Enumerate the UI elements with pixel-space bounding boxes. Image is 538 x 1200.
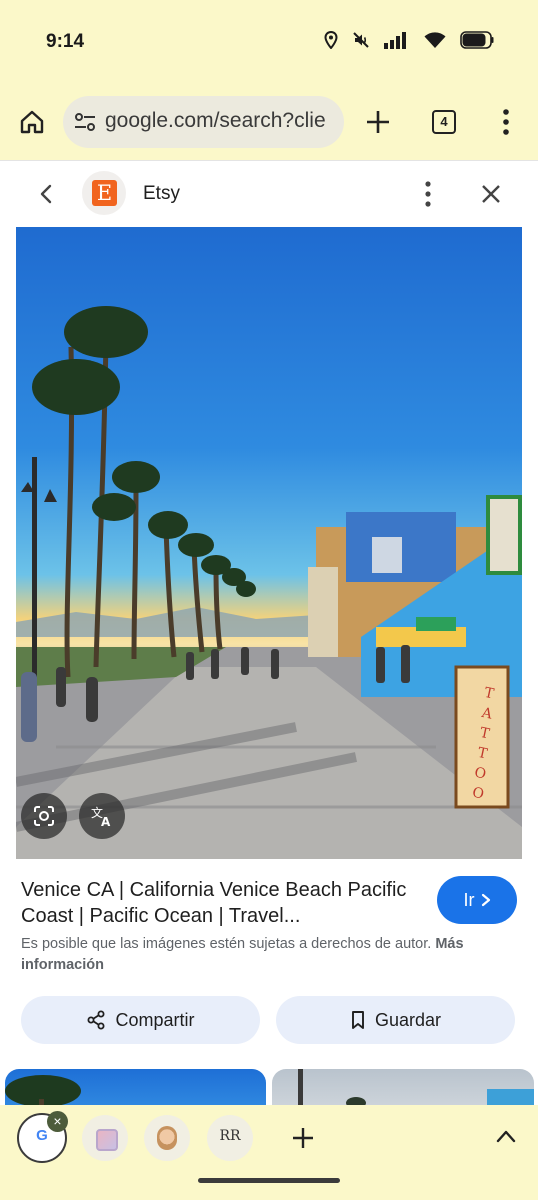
save-button-label: Guardar [374,1009,442,1030]
tab-switcher-button[interactable]: 4 [432,110,456,134]
mute-icon [353,32,369,48]
translate-icon: 文 A [91,805,111,828]
wifi-icon [424,32,446,48]
status-bar: 9:14 [0,0,538,86]
sheet-more-icon[interactable] [424,181,432,207]
share-button-label: Compartir [115,1009,195,1030]
related-image-thumbnail[interactable] [272,1069,534,1106]
tab-favicon [96,1129,118,1151]
lens-search-button[interactable] [21,793,67,839]
svg-text:A: A [101,815,111,828]
site-settings-icon[interactable] [74,112,96,132]
copyright-text: Es posible que las imágenes estén sujeta… [21,936,432,952]
gesture-bar[interactable] [198,1178,340,1183]
translate-button[interactable]: 文 A [79,793,125,839]
sheet-header: E Etsy [0,161,538,227]
result-image[interactable]: T A T T O O 文 A [16,227,522,859]
close-tab-icon[interactable]: × [47,1111,68,1132]
tab-favicon [157,1126,177,1150]
site-name[interactable]: Etsy [143,183,180,205]
chevron-right-icon [481,893,490,907]
etsy-logo-icon: E [92,180,117,206]
address-bar[interactable]: google.com/search?clie [63,96,344,148]
visit-button-label: Ir [463,889,475,910]
visit-button[interactable]: Ir [437,876,517,924]
home-icon [20,110,44,134]
back-arrow-icon[interactable] [36,183,56,205]
tab-favicon-text: RR [219,1128,241,1144]
lens-icon [34,806,54,826]
street-thumbnail-image [298,1069,534,1106]
bookmark-icon [352,1011,364,1029]
tab-item[interactable] [144,1115,190,1161]
battery-icon [460,31,494,49]
location-icon [324,31,338,49]
new-tab-icon[interactable] [364,108,392,136]
close-icon[interactable] [480,183,502,205]
save-button[interactable]: Guardar [276,996,515,1044]
copyright-notice: Es posible que las imágenes estén sujeta… [21,934,511,976]
tab-strip: G × RR [0,1105,538,1200]
tab-item[interactable] [82,1115,128,1161]
url-text[interactable]: google.com/search?clie [105,109,326,133]
result-title[interactable]: Venice CA | California Venice Beach Paci… [21,877,411,929]
signal-icon [384,32,406,49]
browser-toolbar: google.com/search?clie 4 [0,86,538,160]
more-menu-icon[interactable] [498,108,514,136]
status-icons [324,31,494,49]
status-time: 9:14 [46,31,85,52]
share-button[interactable]: Compartir [21,996,260,1044]
related-image-thumbnail[interactable] [5,1069,266,1106]
chevron-up-icon[interactable] [496,1129,516,1143]
image-result-sheet: E Etsy T A T T O O 文 A Venice CA | Calif… [0,160,538,1106]
tab-item[interactable]: RR [207,1115,253,1161]
site-favicon: E [82,171,126,215]
palm-thumbnail-image [5,1075,81,1106]
home-button[interactable] [18,108,46,136]
share-icon [87,1010,105,1030]
add-tab-icon[interactable] [291,1126,315,1150]
venice-beach-photo: T A T T O O [16,306,522,859]
